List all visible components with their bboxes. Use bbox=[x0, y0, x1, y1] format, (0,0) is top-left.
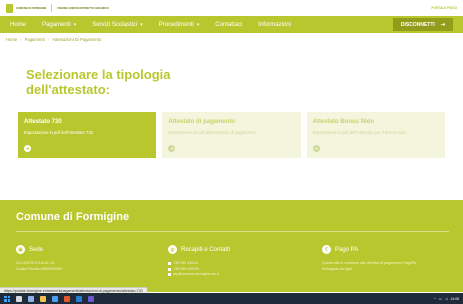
main-nav: Home Pagamenti ▾ Servizi Scolastici ▾ Proc… bbox=[0, 16, 463, 33]
card-title: Attestato 730 bbox=[24, 119, 62, 125]
footer-col-recapiti: ◍ Recapiti e Contatti +39 059 416111 +39… bbox=[168, 245, 308, 278]
card-attestato-bonus-nido[interactable]: Attestato Bonus Nido Esportazione in pdf… bbox=[306, 112, 445, 158]
chrome-browser-icon[interactable] bbox=[64, 295, 70, 302]
logout-label: DISCONNETTI bbox=[400, 21, 435, 28]
search-icon[interactable] bbox=[16, 295, 22, 302]
logo[interactable]: COMUNE DI FORMIGINE UNIONE COMUNI DISTRE… bbox=[6, 3, 109, 13]
chevron-down-icon: ▾ bbox=[73, 21, 77, 28]
nav-label: Contattaci bbox=[215, 21, 243, 28]
nav-label: Home bbox=[10, 21, 27, 28]
footer-divider bbox=[16, 231, 449, 232]
portal-link[interactable]: PORTALE FISCO bbox=[431, 6, 457, 10]
windows-taskbar: ^ ▭ ◁ 14:08 bbox=[0, 293, 463, 304]
nav-item-servizi[interactable]: Servizi Scolastici ▾ bbox=[92, 22, 143, 28]
nav-label: Servizi Scolastici bbox=[92, 21, 138, 28]
breadcrumb-item-current: Attestazioni Di Pagamento bbox=[52, 36, 102, 42]
arrow-right-icon[interactable]: ➜ bbox=[24, 145, 31, 152]
footer-col-head: ▣ Sede bbox=[16, 245, 156, 254]
card-description: Esportazione in pdf dell'Attestato per i… bbox=[312, 130, 407, 135]
arrow-right-icon[interactable]: ➜ bbox=[312, 145, 320, 152]
logout-icon: ⇥ bbox=[440, 21, 445, 28]
network-icon[interactable]: ▭ bbox=[439, 297, 442, 301]
nav-item-pagamenti[interactable]: Pagamenti ▾ bbox=[42, 22, 76, 28]
footer-col-lines: VIA UNITÀ D'ITALIA, 26 Codice Fiscale 00… bbox=[16, 261, 156, 272]
footer-title: Comune di Formigine bbox=[16, 211, 130, 223]
pagopa-icon: € bbox=[322, 245, 331, 254]
logo-divider bbox=[51, 4, 53, 12]
file-explorer-icon[interactable] bbox=[40, 295, 46, 302]
attestato-cards: Attestato 730 Esportazione in pdf dell'A… bbox=[18, 112, 445, 158]
card-title: Attestato Bonus Nido bbox=[312, 119, 374, 125]
comune-logo-icon bbox=[6, 3, 13, 13]
fax-icon bbox=[168, 267, 171, 271]
footer-line: Codice Fiscale 00603990367 bbox=[16, 266, 63, 271]
page: COMUNE DI FORMIGINE UNIONE COMUNI DISTRE… bbox=[0, 0, 463, 304]
nav-item-home[interactable]: Home bbox=[10, 22, 26, 28]
mail-app-icon[interactable] bbox=[76, 295, 82, 302]
breadcrumb-separator: › bbox=[20, 36, 22, 42]
card-description: Esportazione in pdf dell'Attestato 730 bbox=[24, 130, 94, 135]
nav-label: Procedimenti bbox=[158, 21, 194, 28]
windows-start-icon[interactable] bbox=[4, 295, 10, 302]
breadcrumb-item-pagamenti[interactable]: Pagamenti bbox=[25, 37, 45, 42]
chevron-down-icon: ▾ bbox=[140, 21, 143, 28]
nav-item-informazioni[interactable]: Informazioni bbox=[258, 22, 291, 28]
arrow-right-icon[interactable]: ➜ bbox=[168, 145, 176, 152]
teams-app-icon[interactable] bbox=[88, 295, 94, 302]
card-description: Esportazione in pdf dell'Attestato di pa… bbox=[168, 130, 256, 135]
breadcrumb: Home › Pagamenti › Attestazioni Di Pagam… bbox=[0, 33, 463, 45]
chevron-down-icon: ▾ bbox=[196, 21, 200, 28]
volume-icon[interactable]: ◁ bbox=[445, 297, 448, 301]
footer: Comune di Formigine ▣ Sede VIA UNITÀ D'I… bbox=[0, 200, 463, 292]
clock-time[interactable]: 14:08 bbox=[451, 297, 460, 301]
footer-line: Sviluppato da Agid bbox=[322, 266, 352, 271]
footer-col-lines: Questo sito è conforme alle direttive di… bbox=[322, 261, 452, 272]
logo-right-text: UNIONE COMUNI DISTRETTO CERAMICO bbox=[57, 6, 109, 10]
globe-icon: ◍ bbox=[168, 245, 177, 254]
mail-icon bbox=[168, 273, 171, 277]
nav-item-procedimenti[interactable]: Procedimenti ▾ bbox=[159, 22, 200, 28]
nav-label: Pagamenti bbox=[42, 21, 71, 28]
footer-col-head: € Pago PA bbox=[322, 245, 452, 254]
top-header: COMUNE DI FORMIGINE UNIONE COMUNI DISTRE… bbox=[0, 0, 463, 16]
breadcrumb-separator: › bbox=[47, 36, 50, 42]
system-tray: ^ ▭ ◁ 14:08 bbox=[434, 297, 459, 301]
tray-chevron-icon[interactable]: ^ bbox=[434, 297, 436, 301]
breadcrumb-item-home[interactable]: Home bbox=[6, 37, 17, 42]
task-view-icon[interactable] bbox=[28, 295, 34, 302]
card-attestato-730[interactable]: Attestato 730 Esportazione in pdf dell'A… bbox=[18, 112, 157, 158]
footer-col-lines: +39 059 416111 +39 059 416330 urp@comune… bbox=[168, 261, 308, 278]
nav-item-contattaci[interactable]: Contattaci bbox=[215, 22, 242, 28]
footer-col-heading: Sede bbox=[29, 246, 44, 253]
footer-col-pagopa: € Pago PA Questo sito è conforme alle di… bbox=[322, 245, 452, 272]
nav-label: Informazioni bbox=[258, 21, 291, 28]
card-attestato-pagamento[interactable]: Attestato di pagamento Esportazione in p… bbox=[162, 112, 301, 158]
footer-email-row[interactable]: urp@comune.formigine.mo.it bbox=[168, 272, 308, 278]
building-icon: ▣ bbox=[16, 245, 25, 254]
logout-button[interactable]: DISCONNETTI ⇥ bbox=[392, 18, 453, 31]
logo-left-text: COMUNE DI FORMIGINE bbox=[16, 6, 47, 10]
edge-browser-icon[interactable] bbox=[52, 295, 58, 302]
footer-line: urp@comune.formigine.mo.it bbox=[173, 272, 220, 276]
footer-col-head: ◍ Recapiti e Contatti bbox=[168, 245, 308, 254]
card-title: Attestato di pagamento bbox=[168, 119, 235, 125]
page-title: Selezionare la tipologia dell'attestato: bbox=[26, 67, 171, 97]
footer-col-heading: Pago PA bbox=[335, 246, 359, 253]
phone-icon bbox=[168, 262, 171, 266]
footer-col-heading: Recapiti e Contatti bbox=[181, 246, 231, 253]
footer-col-sede: ▣ Sede VIA UNITÀ D'ITALIA, 26 Codice Fis… bbox=[16, 245, 156, 272]
